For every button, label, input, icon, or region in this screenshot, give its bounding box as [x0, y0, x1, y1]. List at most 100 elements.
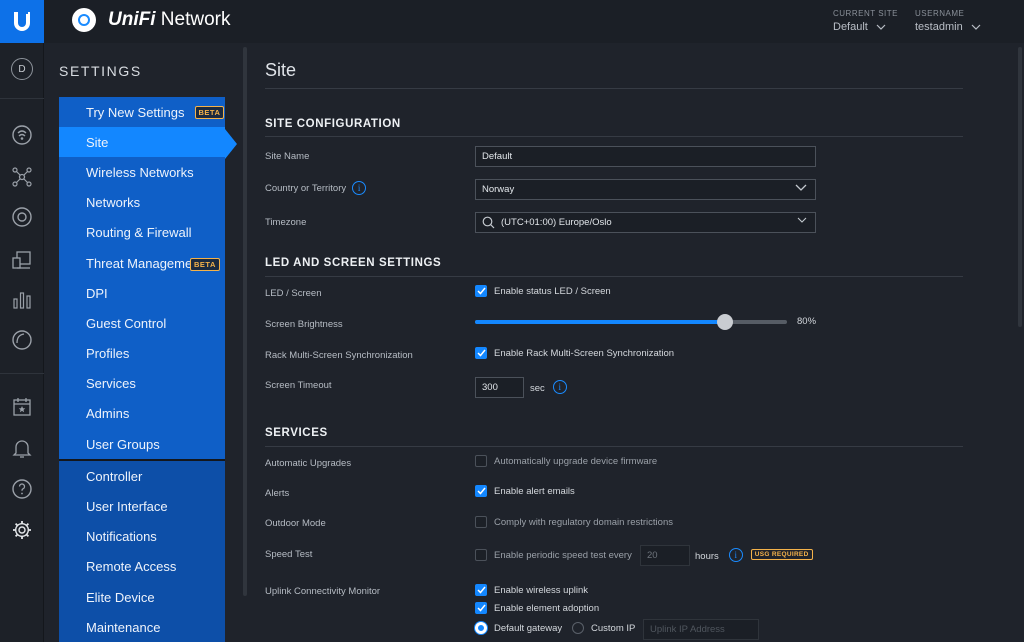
element-adoption-checkbox[interactable]: Enable element adoption	[475, 602, 599, 614]
page-title: Site	[265, 60, 297, 80]
chevron-down-icon	[797, 216, 807, 227]
timezone-select[interactable]: (UTC+01:00) Europe/Oslo	[475, 212, 816, 233]
chevron-down-icon	[971, 22, 981, 33]
nav-item-elite-device[interactable]: Elite Device	[59, 582, 225, 613]
current-site-value: Default	[833, 21, 868, 33]
speed-test-checkbox[interactable]: Enable periodic speed test every	[475, 549, 632, 561]
username-menu[interactable]: USERNAME testadmin	[915, 9, 981, 33]
chevron-down-icon	[795, 184, 807, 195]
nav-item-networks[interactable]: Networks	[59, 187, 225, 218]
auto-upgrade-label: Automatic Upgrades	[265, 458, 352, 469]
brand-text: UniFi Network	[108, 9, 231, 30]
auto-upgrade-checkbox[interactable]: Automatically upgrade device firmware	[475, 455, 657, 467]
speed-test-label: Speed Test	[265, 549, 313, 560]
dashboard-icon[interactable]	[10, 123, 34, 147]
alerts-label: Alerts	[265, 488, 290, 499]
topology-icon[interactable]	[10, 165, 34, 189]
clients-icon[interactable]	[10, 248, 34, 272]
nav-item-user-groups[interactable]: User Groups	[59, 429, 225, 460]
outdoor-mode-label: Outdoor Mode	[265, 518, 326, 529]
timeout-unit: sec i	[530, 380, 567, 394]
username-value: testadmin	[915, 21, 963, 33]
nav-item-threat-management[interactable]: Threat Management BETA	[59, 247, 225, 279]
checkbox-checked-icon	[475, 602, 487, 614]
radio-unselected-icon	[572, 622, 584, 634]
rack-sync-checkbox[interactable]: Enable Rack Multi-Screen Synchronization	[475, 347, 674, 359]
nav-item-try-new-settings[interactable]: Try New Settings BETA	[59, 97, 225, 128]
custom-ip-radio[interactable]: Custom IP	[572, 622, 635, 634]
nav-group-controller: Controller User Interface Notifications …	[59, 461, 225, 642]
country-select[interactable]: Norway	[475, 179, 816, 200]
checkbox-checked-icon	[475, 347, 487, 359]
screen-timeout-input[interactable]: 300	[475, 377, 524, 398]
alerts-bell-icon[interactable]	[10, 436, 34, 460]
brightness-slider[interactable]	[475, 314, 787, 330]
site-name-input[interactable]: Default	[475, 146, 816, 167]
icon-rail: D	[0, 43, 44, 642]
nav-item-routing-firewall[interactable]: Routing & Firewall	[59, 217, 225, 248]
info-icon[interactable]: i	[352, 181, 367, 195]
nav-item-controller[interactable]: Controller	[59, 461, 225, 492]
avatar[interactable]: D	[10, 57, 34, 81]
section-site-configuration: SITE CONFIGURATION	[265, 118, 401, 130]
nav-item-maintenance[interactable]: Maintenance	[59, 612, 225, 642]
speed-test-interval-input[interactable]: 20	[640, 545, 690, 566]
checkbox-unchecked-icon	[475, 549, 487, 561]
uplink-ip-input[interactable]: Uplink IP Address	[643, 619, 759, 640]
default-gateway-radio[interactable]: Default gateway	[475, 622, 562, 634]
settings-gear-icon[interactable]	[10, 518, 34, 542]
nav-item-user-interface[interactable]: User Interface	[59, 491, 225, 522]
chevron-down-icon	[876, 22, 886, 33]
nav-item-admins[interactable]: Admins	[59, 398, 225, 430]
checkbox-checked-icon	[475, 485, 487, 497]
site-name-label: Site Name	[265, 151, 310, 162]
active-indicator	[225, 129, 237, 159]
brightness-label: Screen Brightness	[265, 319, 343, 330]
info-icon[interactable]: i	[552, 380, 567, 394]
settings-nav: Try New Settings BETA Site Wireless Netwo…	[59, 97, 225, 642]
settings-title: SETTINGS	[59, 63, 142, 79]
checkbox-unchecked-icon	[475, 455, 487, 467]
wireless-uplink-checkbox[interactable]: Enable wireless uplink	[475, 584, 588, 596]
current-site-selector[interactable]: CURRENT SITE Default	[833, 9, 898, 33]
nav-item-guest-control[interactable]: Guest Control	[59, 308, 225, 339]
timezone-label: Timezone	[265, 217, 307, 228]
nav-item-profiles[interactable]: Profiles	[59, 338, 225, 369]
ubiquiti-logo-icon[interactable]	[0, 0, 44, 43]
statistics-icon[interactable]	[10, 288, 34, 312]
insights-icon[interactable]	[10, 328, 34, 352]
nav-item-wireless-networks[interactable]: Wireless Networks	[59, 157, 225, 188]
section-led-screen: LED AND SCREEN SETTINGS	[265, 257, 442, 269]
divider	[265, 276, 963, 277]
outdoor-mode-checkbox[interactable]: Comply with regulatory domain restrictio…	[475, 516, 673, 528]
slider-handle[interactable]	[717, 314, 733, 330]
help-icon[interactable]	[10, 477, 34, 501]
search-icon	[482, 216, 495, 229]
slider-fill	[475, 320, 725, 324]
events-icon[interactable]	[10, 395, 34, 419]
usg-required-badge: USG REQUIRED	[750, 549, 813, 560]
divider	[265, 88, 963, 89]
uplink-monitor-label: Uplink Connectivity Monitor	[265, 586, 381, 597]
checkbox-unchecked-icon	[475, 516, 487, 528]
nav-group-site: Try New Settings BETA Site Wireless Netwo…	[59, 97, 225, 462]
divider	[265, 136, 963, 137]
section-services: SERVICES	[265, 427, 328, 439]
devices-icon[interactable]	[10, 205, 34, 229]
screen-timeout-label: Screen Timeout	[265, 380, 332, 391]
nav-item-site[interactable]: Site	[59, 127, 225, 158]
brightness-value: 80%	[797, 316, 817, 327]
led-screen-label: LED / Screen	[265, 288, 322, 299]
nav-item-dpi[interactable]: DPI	[59, 278, 225, 309]
alerts-checkbox[interactable]: Enable alert emails	[475, 485, 575, 497]
brand: UniFi Network	[72, 8, 230, 32]
info-icon[interactable]: i	[728, 548, 743, 562]
nav-item-services[interactable]: Services	[59, 368, 225, 399]
led-checkbox[interactable]: Enable status LED / Screen	[475, 285, 611, 297]
nav-item-remote-access[interactable]: Remote Access	[59, 551, 225, 582]
nav-item-notifications[interactable]: Notifications	[59, 521, 225, 552]
current-site-label: CURRENT SITE	[833, 9, 898, 18]
radio-selected-icon	[475, 622, 487, 634]
nav-scrollbar[interactable]	[243, 47, 247, 596]
content-scrollbar[interactable]	[1018, 47, 1022, 327]
